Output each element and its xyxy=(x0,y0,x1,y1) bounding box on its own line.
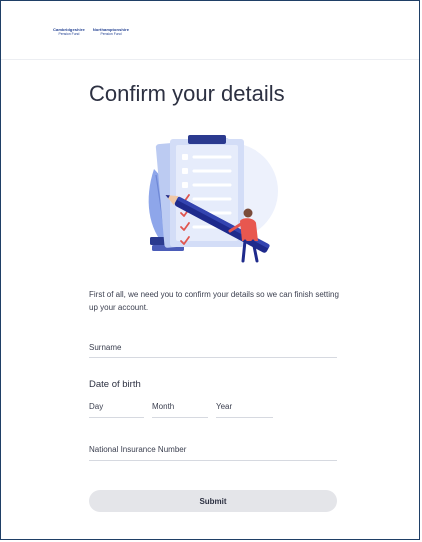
intro-text: First of all, we need you to confirm you… xyxy=(89,290,339,312)
submit-button[interactable]: Submit xyxy=(89,490,337,512)
surname-underline xyxy=(89,357,337,358)
site-header: Cambridgeshire Pension Fund Northamptons… xyxy=(1,1,419,60)
dob-month-underline xyxy=(152,417,208,418)
dob-day-underline xyxy=(89,417,144,418)
logo-cambridgeshire-sub: Pension Fund xyxy=(58,32,80,36)
ni-number-underline xyxy=(89,460,337,461)
surname-input[interactable]: Surname xyxy=(89,343,121,352)
dob-year-input[interactable]: Year xyxy=(216,402,232,411)
logo-northamptonshire: Northamptonshire Pension Fund xyxy=(93,28,129,36)
pension-fund-logo[interactable]: Cambridgeshire Pension Fund Northamptons… xyxy=(53,28,129,36)
ni-number-input[interactable]: National Insurance Number xyxy=(89,445,186,454)
page-title: Confirm your details xyxy=(89,81,285,106)
app-window: Cambridgeshire Pension Fund Northamptons… xyxy=(0,0,420,540)
dob-label: Date of birth xyxy=(89,379,141,390)
dob-month-input[interactable]: Month xyxy=(152,402,174,411)
dob-year-underline xyxy=(216,417,273,418)
logo-northamptonshire-sub: Pension Fund xyxy=(100,32,122,36)
dob-day-input[interactable]: Day xyxy=(89,402,103,411)
checklist-illustration xyxy=(148,135,278,263)
logo-cambridgeshire: Cambridgeshire Pension Fund xyxy=(53,28,85,36)
